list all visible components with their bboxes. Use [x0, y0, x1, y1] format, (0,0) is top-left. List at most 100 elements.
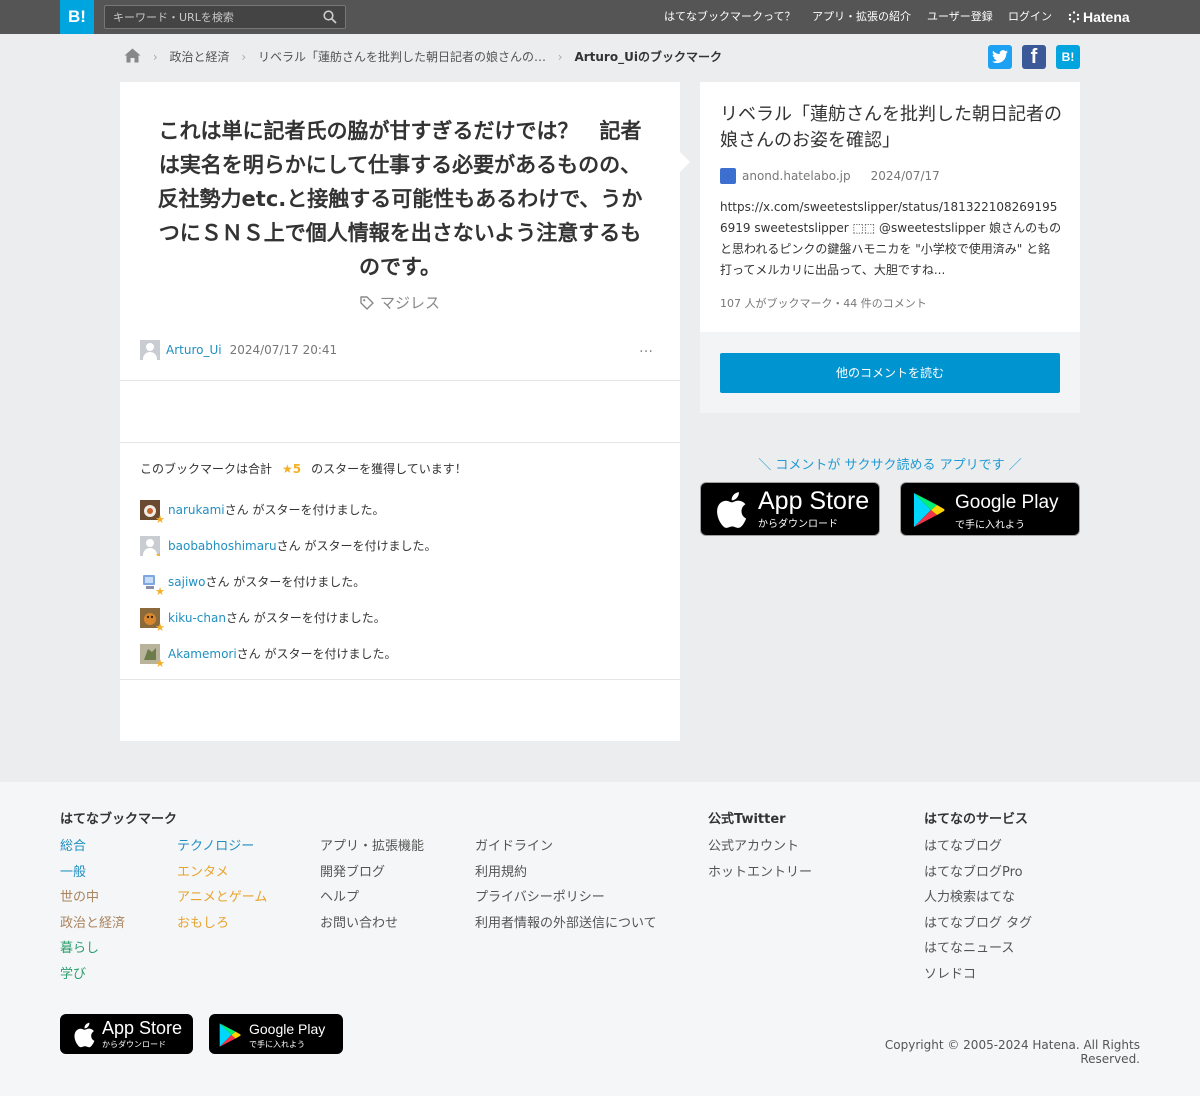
twitter-bird-icon	[992, 50, 1008, 64]
footer-link[interactable]: 人力検索はてな	[924, 885, 1032, 911]
hatena-brand-link[interactable]: Hatena	[1068, 8, 1130, 26]
app-store-title: App Store	[758, 487, 870, 515]
search-box[interactable]	[104, 5, 346, 29]
footer-link[interactable]: 公式アカウント	[708, 834, 812, 860]
entry-meta[interactable]: 107 人がブックマーク・44 件のコメント	[720, 295, 927, 311]
footer-link[interactable]: ソレドコ	[924, 962, 1032, 988]
footer-category-link[interactable]: テクノロジー	[177, 834, 267, 860]
search-input[interactable]	[105, 6, 315, 28]
divider	[120, 380, 680, 381]
breadcrumb-current: Arturo_Uiのブックマーク	[574, 50, 722, 64]
footer-category-link[interactable]: アニメとゲーム	[177, 885, 267, 911]
tag-icon	[360, 296, 374, 310]
entry-panel: リベラル「蓮舫さんを批判した朝日記者の娘さんのお姿を確認」 anond.hate…	[700, 82, 1080, 413]
footer-link[interactable]: はてなブログPro	[924, 860, 1032, 886]
entry-source: anond.hatelabo.jp 2024/07/17	[720, 168, 940, 184]
chevron-right-icon: ›	[557, 50, 563, 64]
footer-link[interactable]: ガイドライン	[475, 834, 657, 860]
star-list-item: ★ sajiwoさん がスターを付けました。	[140, 572, 366, 597]
google-play-badge[interactable]: Google Play で手に入れよう	[900, 482, 1080, 536]
breadcrumb-category[interactable]: 政治と経済	[169, 50, 229, 64]
nav-apps[interactable]: アプリ・拡張の紹介	[812, 0, 911, 34]
star-count: ★5	[282, 462, 302, 476]
app-store-badge[interactable]: App Store からダウンロード	[700, 482, 880, 536]
star-suffix: さん がスターを付けました。	[224, 503, 385, 517]
star-list-item: ★ Akamemoriさん がスターを付けました。	[140, 644, 397, 669]
footer-link[interactable]: 開発ブログ	[320, 860, 424, 886]
footer-category-link[interactable]: エンタメ	[177, 860, 267, 886]
footer-link[interactable]: はてなニュース	[924, 936, 1032, 962]
copyright-text: Copyright © 2005-2024 Hatena. All Rights…	[884, 1038, 1140, 1066]
search-icon[interactable]	[323, 10, 337, 24]
footer-twitter-title: 公式Twitter	[708, 812, 786, 827]
footer-category-link[interactable]: 学び	[60, 962, 125, 988]
footer-link[interactable]: ホットエントリー	[708, 860, 812, 886]
hatena-share-button[interactable]: B!	[1056, 45, 1080, 69]
footer-link[interactable]: アプリ・拡張機能	[320, 834, 424, 860]
stars-summary: このブックマークは合計 ★5 のスターを獲得しています！	[140, 460, 467, 477]
entry-actions: 他のコメントを読む	[700, 332, 1080, 413]
footer-category-link[interactable]: おもしろ	[177, 911, 267, 937]
footer-google-play-title: Google Play	[249, 1021, 326, 1037]
footer-category-list-b: テクノロジー エンタメ アニメとゲーム おもしろ	[177, 834, 267, 936]
twitter-share-button[interactable]	[988, 45, 1012, 69]
footer-link[interactable]: お問い合わせ	[320, 911, 424, 937]
footer-link[interactable]: はてなブログ タグ	[924, 911, 1032, 937]
nav-login[interactable]: ログイン	[1008, 0, 1052, 34]
facebook-share-button[interactable]: f	[1022, 45, 1046, 69]
bookmark-comment: これは単に記者氏の脇が甘すぎるだけでは？ 記者は実名を明らかにして仕事する必要が…	[157, 119, 643, 279]
chevron-right-icon: ›	[241, 50, 247, 64]
footer-category-link[interactable]: 政治と経済	[60, 911, 125, 937]
hatena-bookmark-icon: B!	[1061, 50, 1075, 64]
bookmark-tag[interactable]: マジレス	[120, 292, 680, 313]
star-user-avatar[interactable]: ★	[140, 536, 160, 556]
star-icon: ★	[155, 513, 165, 526]
star-user-link[interactable]: baobabhoshimaru	[168, 539, 277, 553]
star-user-link[interactable]: sajiwo	[168, 575, 205, 589]
star-suffix: さん がスターを付けました。	[205, 575, 366, 589]
entry-title-link[interactable]: リベラル「蓮舫さんを批判した朝日記者の娘さんのお姿を確認」	[720, 102, 1065, 154]
star-user-link[interactable]: kiku-chan	[168, 611, 226, 625]
star-user-avatar[interactable]: ★	[140, 608, 165, 633]
hatena-dots-icon	[1068, 9, 1080, 23]
footer-category-link[interactable]: 総合	[60, 834, 125, 860]
nav-register[interactable]: ユーザー登録	[927, 0, 993, 34]
user-avatar[interactable]	[140, 340, 160, 360]
star-list-item: ★ kiku-chanさん がスターを付けました。	[140, 608, 386, 633]
footer-link[interactable]: プライバシーポリシー	[475, 885, 657, 911]
stars-title-after: のスターを獲得しています！	[311, 462, 467, 476]
star-user-avatar[interactable]: ★	[140, 572, 165, 597]
chevron-right-icon: ›	[152, 50, 158, 64]
star-user-link[interactable]: Akamemori	[168, 647, 237, 661]
star-user-link[interactable]: narukami	[168, 503, 225, 517]
footer-category-link[interactable]: 暮らし	[60, 936, 125, 962]
footer-link[interactable]: ヘルプ	[320, 885, 424, 911]
google-play-subtitle: で手に入れよう	[955, 520, 1025, 531]
facebook-icon: f	[1030, 46, 1038, 68]
footer-services-title: はてなのサービス	[924, 812, 1029, 827]
entry-site-link[interactable]: anond.hatelabo.jp	[742, 169, 851, 183]
panel-pointer-arrow	[680, 152, 690, 172]
footer-category-link[interactable]: 一般	[60, 860, 125, 886]
home-icon[interactable]	[124, 48, 141, 63]
footer-category-link[interactable]: 世の中	[60, 885, 125, 911]
star-suffix: さん がスターを付けました。	[236, 647, 397, 661]
star-user-avatar[interactable]: ★	[140, 644, 165, 669]
star-user-avatar[interactable]: ★	[140, 500, 165, 525]
footer-google-play-badge[interactable]: Google Play で手に入れよう	[209, 1014, 343, 1054]
site-favicon-icon	[720, 168, 736, 184]
more-options-icon[interactable]: …	[639, 340, 654, 356]
user-name-link[interactable]: Arturo_Ui	[166, 343, 222, 357]
read-other-comments-button[interactable]: 他のコメントを読む	[720, 353, 1060, 393]
breadcrumb-entry[interactable]: リベラル「蓮舫さんを批判した朝日記者の娘さんの…	[258, 50, 546, 64]
nav-about[interactable]: はてなブックマークって？	[664, 0, 795, 34]
footer-links-b: ガイドライン 利用規約 プライバシーポリシー 利用者情報の外部送信について	[475, 834, 657, 936]
google-play-icon	[914, 493, 945, 527]
star-list-item: ★ narukamiさん がスターを付けました。	[140, 500, 385, 525]
footer-link[interactable]: 利用規約	[475, 860, 657, 886]
hatena-bookmark-logo[interactable]: B!	[60, 0, 94, 34]
footer-link[interactable]: 利用者情報の外部送信について	[475, 911, 657, 937]
footer-link[interactable]: はてなブログ	[924, 834, 1032, 860]
star-list-item: ★ baobabhoshimaruさん がスターを付けました。	[140, 536, 436, 556]
footer-app-store-badge[interactable]: App Store からダウンロード	[60, 1014, 193, 1054]
